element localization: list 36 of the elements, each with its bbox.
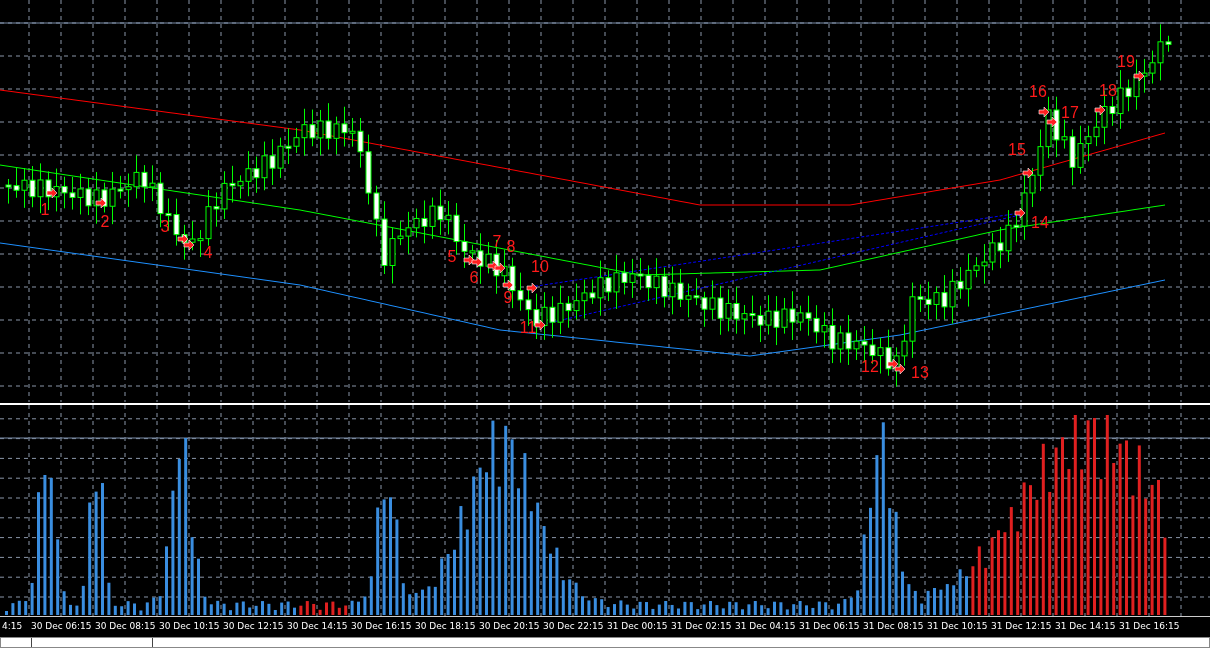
scrollbar[interactable] <box>0 637 1210 648</box>
time-label: 31 Dec 08:15 <box>863 621 924 632</box>
time-label: 31 Dec 12:15 <box>991 621 1052 632</box>
time-label: 31 Dec 02:15 <box>671 621 732 632</box>
time-label: 30 Dec 16:15 <box>351 621 412 632</box>
time-label: 30 Dec 06:15 <box>31 621 92 632</box>
time-label: 30 Dec 20:15 <box>479 621 540 632</box>
time-label: 31 Dec 00:15 <box>607 621 668 632</box>
time-label: 30 Dec 18:15 <box>415 621 476 632</box>
time-label: 30 Dec 14:15 <box>287 621 348 632</box>
time-label: 31 Dec 16:15 <box>1119 621 1180 632</box>
annotation-label: 9 <box>503 289 513 306</box>
annotation-label: 17 <box>1061 104 1079 121</box>
annotation-label: 5 <box>447 248 457 265</box>
time-label: 30 Dec 12:15 <box>223 621 284 632</box>
annotation-label: 12 <box>861 358 879 375</box>
annotation-label: 11 <box>519 319 537 336</box>
annotation-label: 16 <box>1029 83 1047 100</box>
annotation-label: 10 <box>531 258 549 275</box>
annotation-label: 15 <box>1008 141 1026 158</box>
time-label: 4:15 <box>2 621 23 632</box>
annotation-label: 6 <box>469 269 479 286</box>
annotation-label: 19 <box>1117 53 1135 70</box>
time-label: 30 Dec 22:15 <box>543 621 604 632</box>
time-label: 30 Dec 10:15 <box>159 621 220 632</box>
time-label: 30 Dec 08:15 <box>95 621 156 632</box>
annotation-label: 7 <box>492 233 502 250</box>
time-label: 31 Dec 10:15 <box>927 621 988 632</box>
annotation-label: 1 <box>40 201 50 218</box>
annotation-label: 4 <box>203 244 213 261</box>
time-label: 31 Dec 14:15 <box>1055 621 1116 632</box>
annotation-label: 18 <box>1099 82 1117 99</box>
time-label: 31 Dec 04:15 <box>735 621 796 632</box>
annotation-label: 2 <box>100 213 110 230</box>
time-label: 31 Dec 06:15 <box>799 621 860 632</box>
annotation-label: 13 <box>911 364 929 381</box>
